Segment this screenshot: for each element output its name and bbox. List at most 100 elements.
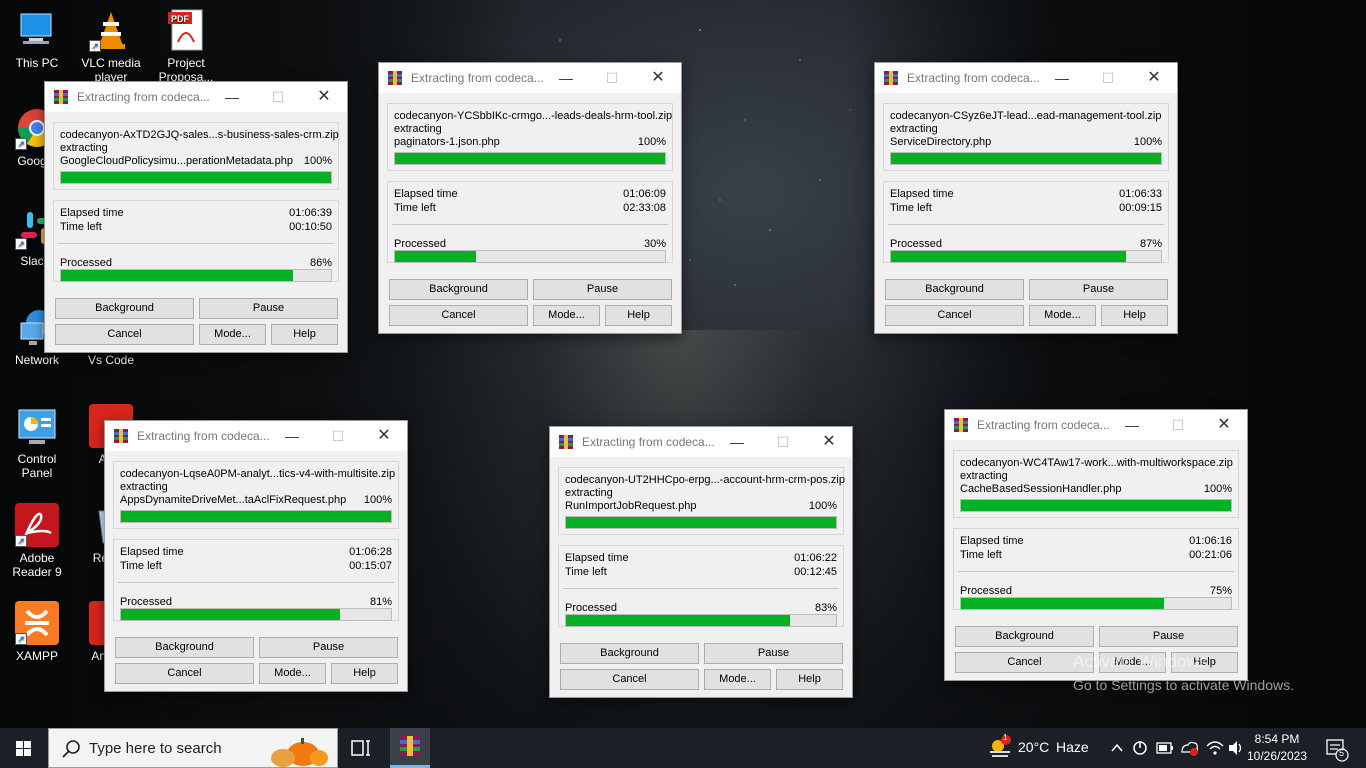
extract-dialog-4[interactable]: Extracting from codeca... — ☐ ✕ codecany…	[104, 420, 408, 692]
minimize-button[interactable]: —	[209, 82, 255, 112]
weather-badge: 1	[1003, 733, 1008, 742]
processed-progress-bar	[565, 614, 837, 627]
minimize-button[interactable]: —	[1109, 410, 1155, 440]
dialog-titlebar[interactable]: Extracting from codeca... — ☐ ✕	[45, 82, 347, 112]
weather-button[interactable]: 1	[986, 728, 1016, 768]
help-button[interactable]: Help	[271, 324, 338, 345]
notification-icon	[1326, 739, 1349, 762]
task-view-button[interactable]	[340, 728, 380, 768]
close-button[interactable]: ✕	[635, 63, 681, 93]
mode-button[interactable]: Mode...	[199, 324, 266, 345]
desktop-icon-this-pc[interactable]: This PC	[7, 8, 67, 70]
pause-button[interactable]: Pause	[199, 298, 338, 319]
file-progress-bar	[120, 510, 392, 523]
action-label: extracting	[60, 142, 108, 154]
cancel-button[interactable]: Cancel	[560, 669, 699, 690]
notification-center-button[interactable]: 5	[1322, 728, 1352, 768]
mode-button[interactable]: Mode...	[704, 669, 771, 690]
taskbar-clock[interactable]: 8:54 PM 10/26/2023	[1242, 731, 1312, 765]
extract-dialog-1[interactable]: Extracting from codeca... — ☐ ✕ codecany…	[44, 81, 348, 353]
background-button[interactable]: Background	[115, 637, 254, 658]
extract-dialog-5[interactable]: Extracting from codeca... — ☐ ✕ codecany…	[549, 426, 853, 698]
tray-battery-button[interactable]	[1154, 728, 1176, 768]
file-progress-fill	[121, 511, 391, 522]
dialog-titlebar[interactable]: Extracting from codeca... — ☐ ✕	[379, 63, 681, 93]
help-button[interactable]: Help	[331, 663, 398, 684]
pause-button[interactable]: Pause	[1029, 279, 1168, 300]
taskbar-winrar-button[interactable]	[390, 728, 430, 768]
pause-button[interactable]: Pause	[1099, 626, 1238, 647]
background-button[interactable]: Background	[55, 298, 194, 319]
svg-text:PDF: PDF	[171, 14, 190, 24]
tray-onedrive-button[interactable]	[1178, 728, 1200, 768]
file-progress-group: codecanyon-YCSbbIKc-crmgo...-leads-deals…	[387, 103, 673, 171]
show-hidden-icons-button[interactable]	[1108, 728, 1126, 768]
pause-button[interactable]: Pause	[533, 279, 672, 300]
cancel-button[interactable]: Cancel	[885, 305, 1024, 326]
background-button[interactable]: Background	[389, 279, 528, 300]
extract-dialog-3[interactable]: Extracting from codeca... — ☐ ✕ codecany…	[874, 62, 1178, 334]
taskbar-search-box[interactable]: Type here to search	[48, 728, 338, 768]
pause-button[interactable]: Pause	[259, 637, 398, 658]
start-button[interactable]	[0, 728, 48, 768]
desktop-icon-vlc[interactable]: ↗ VLC media player	[81, 8, 141, 84]
divider	[958, 571, 1234, 572]
dialog-titlebar[interactable]: Extracting from codeca... — ☐ ✕	[105, 421, 407, 451]
help-button[interactable]: Help	[605, 305, 672, 326]
adobe-reader-icon: ↗	[15, 503, 59, 547]
mode-button[interactable]: Mode...	[1029, 305, 1096, 326]
background-button[interactable]: Background	[955, 626, 1094, 647]
processed-label: Processed	[394, 238, 446, 250]
dialog-titlebar[interactable]: Extracting from codeca... — ☐ ✕	[875, 63, 1177, 93]
file-progress-bar	[890, 152, 1162, 165]
extract-dialog-6[interactable]: Extracting from codeca... — ☐ ✕ codecany…	[944, 409, 1248, 681]
close-button[interactable]: ✕	[361, 421, 407, 451]
cancel-button[interactable]: Cancel	[55, 324, 194, 345]
archive-name: codecanyon-AxTD2GJQ-sales...s-business-s…	[60, 129, 339, 141]
minimize-button[interactable]: —	[543, 63, 589, 93]
dialog-titlebar[interactable]: Extracting from codeca... — ☐ ✕	[945, 410, 1247, 440]
cancel-button[interactable]: Cancel	[115, 663, 254, 684]
file-percent: 100%	[1203, 483, 1232, 495]
time-left-value: 00:10:50	[289, 221, 332, 233]
help-button[interactable]: Help	[1101, 305, 1168, 326]
battery-icon	[1156, 742, 1173, 754]
desktop-icon-project-proposal[interactable]: PDF Project Proposa...	[156, 8, 216, 84]
close-button[interactable]: ✕	[806, 427, 852, 457]
dialog-title: Extracting from codeca...	[77, 90, 210, 104]
elapsed-row: Elapsed time 01:06:39	[60, 207, 332, 220]
dialog-title: Extracting from codeca...	[411, 71, 544, 85]
time-left-row: Time left 00:10:50	[60, 221, 332, 234]
dialog-title: Extracting from codeca...	[582, 435, 715, 449]
archive-name: codecanyon-CSyz6eJT-lead...ead-managemen…	[890, 110, 1162, 122]
close-button[interactable]: ✕	[1131, 63, 1177, 93]
mode-button[interactable]: Mode...	[259, 663, 326, 684]
processed-progress-bar	[960, 597, 1232, 610]
control-panel-icon	[15, 404, 59, 448]
mode-button[interactable]: Mode...	[533, 305, 600, 326]
minimize-button[interactable]: —	[1039, 63, 1085, 93]
desktop-icon-label: VLC media player	[81, 56, 141, 84]
minimize-button[interactable]: —	[714, 427, 760, 457]
shortcut-arrow-icon: ↗	[89, 40, 101, 52]
pause-button[interactable]: Pause	[704, 643, 843, 664]
desktop-icon-adobe-reader[interactable]: ↗ Adobe Reader 9	[7, 503, 67, 579]
minimize-button[interactable]: —	[269, 421, 315, 451]
elapsed-row: Elapsed time 01:06:16	[960, 535, 1232, 548]
tray-network-button[interactable]	[1204, 728, 1226, 768]
close-button[interactable]: ✕	[1201, 410, 1247, 440]
file-percent: 100%	[1133, 136, 1162, 148]
background-button[interactable]: Background	[560, 643, 699, 664]
tray-security-button[interactable]	[1130, 728, 1150, 768]
dialog-titlebar[interactable]: Extracting from codeca... — ☐ ✕	[550, 427, 852, 457]
extract-dialog-2[interactable]: Extracting from codeca... — ☐ ✕ codecany…	[378, 62, 682, 334]
cancel-button[interactable]: Cancel	[389, 305, 528, 326]
desktop-icon-control-panel[interactable]: Control Panel	[7, 404, 67, 480]
current-file-row: paginators-1.json.php 100%	[394, 136, 666, 149]
desktop-icon-label: This PC	[15, 56, 59, 70]
help-button[interactable]: Help	[776, 669, 843, 690]
desktop-icon-xampp[interactable]: ↗ XAMPP	[7, 601, 67, 663]
action-label: extracting	[565, 487, 613, 499]
background-button[interactable]: Background	[885, 279, 1024, 300]
close-button[interactable]: ✕	[301, 82, 347, 112]
